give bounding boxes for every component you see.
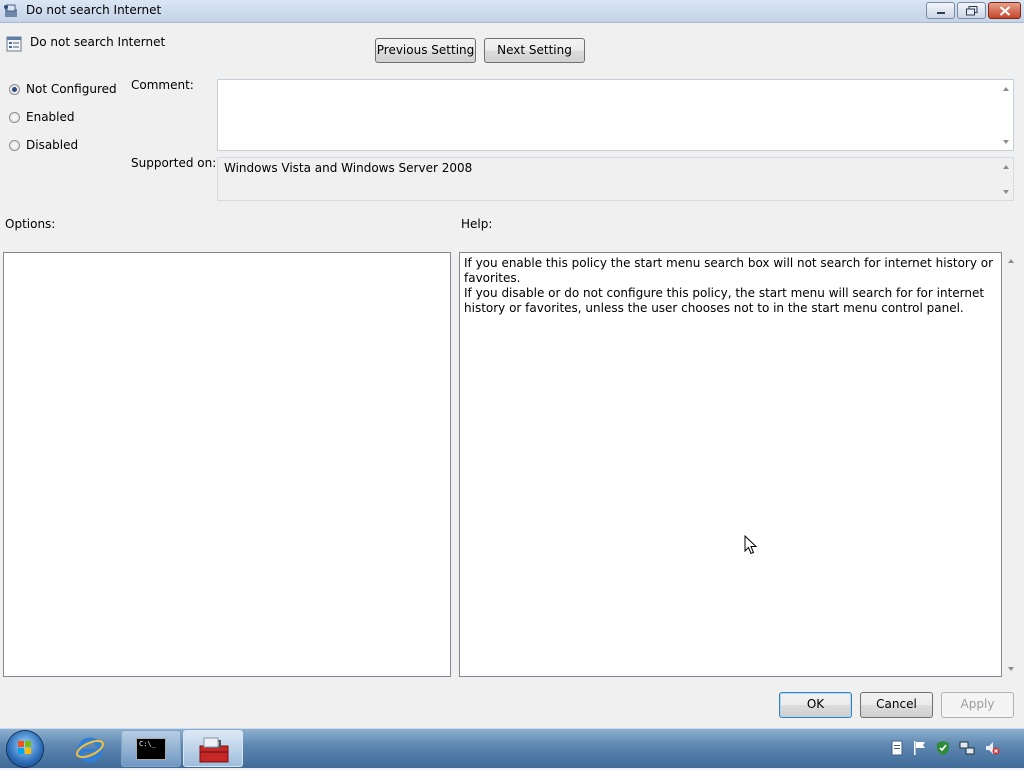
window-title: Do not search Internet	[26, 3, 162, 17]
not-configured-label: Not Configured	[26, 82, 117, 96]
cancel-button[interactable]: Cancel	[860, 692, 933, 718]
minimize-icon	[936, 11, 945, 14]
next-setting-button[interactable]: Next Setting	[484, 38, 585, 63]
supported-on-field: Windows Vista and Windows Server 2008	[217, 157, 1014, 201]
command-prompt-taskbar-button[interactable]: C:\_	[121, 730, 181, 767]
command-prompt-icon: C:\_	[136, 738, 166, 760]
scroll-up-icon[interactable]	[1003, 87, 1009, 91]
apply-button[interactable]: Apply	[941, 692, 1014, 718]
help-paragraph: If you disable or do not configure this …	[464, 286, 985, 315]
toolbox-icon	[199, 737, 229, 763]
restore-icon	[965, 5, 977, 15]
help-panel: If you enable this policy the start menu…	[459, 252, 1002, 677]
system-tray	[884, 737, 1024, 761]
supported-on-value: Windows Vista and Windows Server 2008	[224, 161, 473, 175]
internet-explorer-icon[interactable]	[74, 733, 106, 765]
comment-field[interactable]	[217, 79, 1014, 151]
comment-scrollbar[interactable]	[999, 80, 1013, 150]
disabled-radio[interactable]: Disabled	[9, 138, 119, 154]
close-icon	[999, 5, 1010, 16]
shield-icon[interactable]	[935, 740, 951, 756]
options-panel	[3, 252, 451, 677]
title-bar[interactable]: Do not search Internet	[0, 0, 1024, 23]
mouse-cursor-icon	[744, 535, 758, 555]
policy-setting-icon	[6, 36, 22, 52]
enabled-label: Enabled	[26, 110, 75, 124]
options-label: Options:	[5, 217, 56, 231]
volume-muted-icon[interactable]	[984, 740, 1000, 756]
scroll-up-icon[interactable]	[1008, 259, 1014, 263]
scroll-down-icon[interactable]	[1003, 190, 1009, 194]
ok-button[interactable]: OK	[779, 692, 852, 718]
restore-button[interactable]	[957, 2, 986, 19]
disabled-label: Disabled	[26, 138, 79, 152]
network-icon[interactable]	[959, 740, 975, 756]
taskbar: C:\_	[0, 728, 1024, 768]
radio-dot[interactable]	[9, 140, 20, 151]
not-configured-radio[interactable]: Not Configured	[9, 82, 119, 98]
close-button[interactable]	[988, 2, 1021, 19]
document-icon[interactable]	[889, 740, 905, 756]
group-policy-taskbar-button[interactable]	[183, 730, 243, 767]
start-button[interactable]	[7, 731, 43, 767]
comment-label: Comment:	[131, 78, 194, 92]
help-scrollbar[interactable]	[1004, 252, 1019, 677]
help-label: Help:	[461, 217, 493, 231]
previous-setting-button[interactable]: Previous Setting	[375, 38, 476, 63]
minimize-button[interactable]	[926, 2, 955, 19]
radio-dot-selected[interactable]	[9, 84, 20, 95]
help-paragraph: If you enable this policy the start menu…	[464, 256, 994, 285]
flag-icon[interactable]	[912, 740, 928, 756]
radio-dot[interactable]	[9, 112, 20, 123]
scroll-down-icon[interactable]	[1008, 667, 1014, 671]
enabled-radio[interactable]: Enabled	[9, 110, 119, 126]
scroll-up-icon[interactable]	[1003, 165, 1009, 169]
windows-logo-icon	[18, 741, 31, 754]
scroll-down-icon[interactable]	[1003, 140, 1009, 144]
supported-scrollbar[interactable]	[999, 158, 1013, 200]
policy-name: Do not search Internet	[30, 35, 166, 49]
policy-window-icon	[4, 4, 17, 17]
supported-on-label: Supported on:	[131, 156, 217, 170]
